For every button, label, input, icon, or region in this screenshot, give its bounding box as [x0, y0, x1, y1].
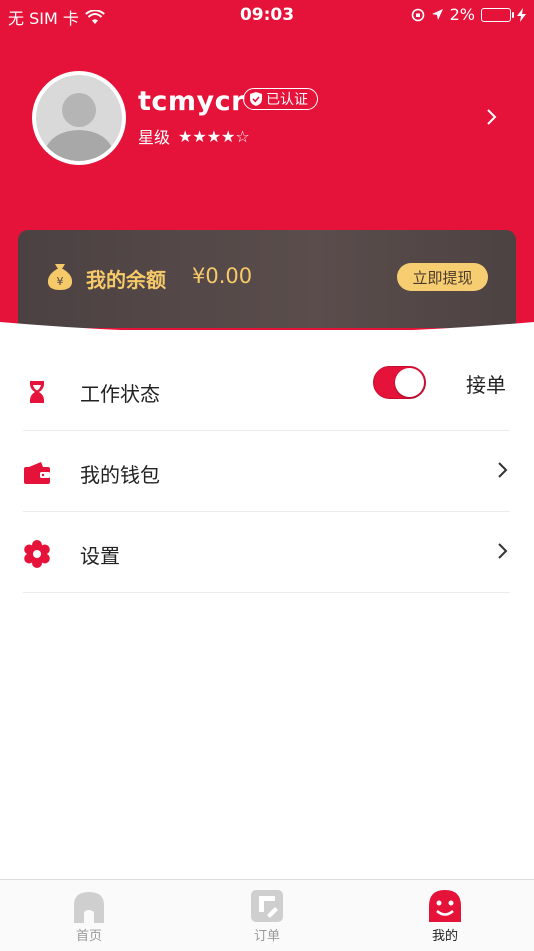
location-icon — [431, 9, 443, 20]
shield-check-icon — [250, 92, 262, 106]
work-status-label: 工作状态 — [80, 382, 160, 406]
rotation-lock-icon — [411, 8, 424, 21]
wallet-icon — [24, 462, 50, 484]
status-bar: 无 SIM 卡 09:03 2% — [0, 0, 534, 30]
wallet-label: 我的钱包 — [80, 463, 160, 487]
accept-orders-label: 接单 — [466, 373, 506, 397]
toggle-knob — [395, 368, 424, 397]
tab-mine[interactable]: 我的 — [356, 880, 534, 951]
tab-orders[interactable]: 订单 — [178, 880, 356, 951]
username: tcmycr — [138, 86, 245, 117]
verified-label: 已认证 — [266, 92, 308, 108]
charging-icon — [517, 7, 526, 22]
battery-icon — [481, 7, 514, 22]
hourglass-icon — [30, 381, 44, 403]
battery-percent: 2% — [449, 5, 475, 24]
tab-mine-label: 我的 — [431, 929, 458, 944]
money-bag-icon: ¥ — [47, 264, 73, 290]
tab-home-label: 首页 — [75, 929, 102, 944]
wallet-row[interactable]: 我的钱包 — [23, 431, 510, 512]
accept-orders-toggle[interactable] — [373, 366, 426, 399]
chevron-right-icon[interactable] — [482, 107, 502, 127]
chevron-right-icon — [498, 543, 508, 559]
tab-bar: 首页 订单 我的 — [0, 879, 534, 951]
verified-badge: 已认证 — [243, 88, 318, 110]
star-level: 星级 ★★★★☆ — [138, 124, 250, 148]
settings-label: 设置 — [80, 544, 120, 568]
settings-row[interactable]: 设置 — [23, 512, 510, 593]
chevron-right-icon — [498, 462, 508, 478]
tab-orders-label: 订单 — [253, 929, 280, 944]
smiley-icon — [429, 890, 461, 922]
avatar[interactable] — [32, 71, 126, 165]
gear-icon — [24, 540, 50, 568]
home-icon — [74, 892, 104, 923]
work-status-row: 工作状态 — [23, 350, 510, 431]
default-user-icon — [42, 93, 116, 161]
withdraw-button[interactable]: 立即提现 — [397, 263, 488, 291]
level-label: 星级 — [138, 128, 171, 147]
svg-text:¥: ¥ — [57, 275, 64, 288]
tab-home[interactable]: 首页 — [0, 880, 178, 951]
balance-value: ¥0.00 — [192, 264, 253, 288]
star-rating: ★★★★☆ — [178, 126, 250, 146]
order-icon — [251, 890, 283, 922]
balance-label: 我的余额 — [86, 268, 166, 292]
